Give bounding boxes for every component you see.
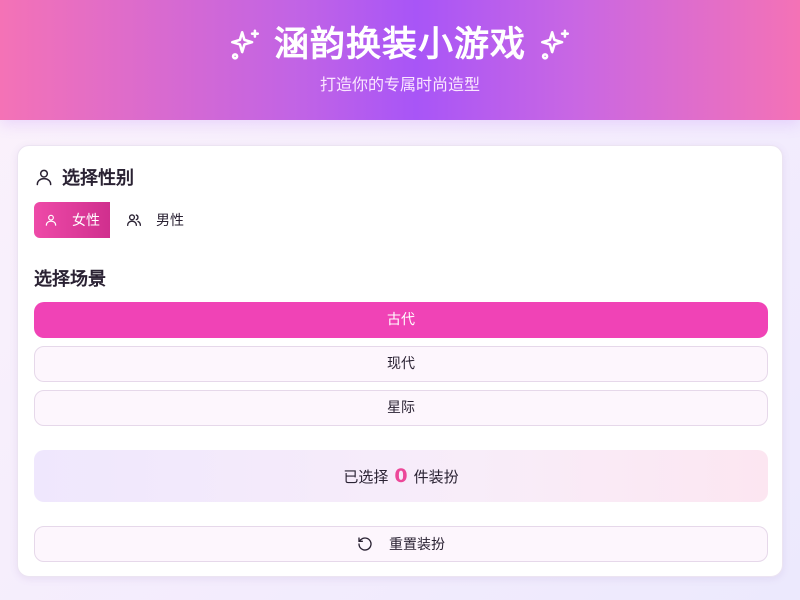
gender-section-title: 选择性别 — [34, 164, 134, 190]
gender-title-text: 选择性别 — [62, 168, 134, 189]
reset-label: 重置装扮 — [389, 537, 445, 553]
gender-selector: 女性 男性 — [34, 202, 194, 238]
scene-option-modern[interactable]: 现代 — [34, 346, 768, 382]
rotate-ccw-icon — [357, 536, 373, 552]
scene-option-ancient[interactable]: 古代 — [34, 302, 768, 338]
sparkles-icon — [538, 28, 572, 62]
selection-suffix: 件装扮 — [413, 467, 459, 486]
sparkles-icon — [228, 28, 262, 62]
user-icon — [34, 167, 54, 187]
gender-option-label: 女性 — [72, 213, 100, 229]
gender-option-male[interactable]: 男性 — [110, 202, 194, 238]
selection-prefix: 已选择 — [343, 467, 389, 486]
settings-card: 选择性别 女性 男性 选择场景 古代 现代 星际 已选择 0 件装扮 重置装扮 — [17, 145, 783, 577]
scene-option-interstellar[interactable]: 星际 — [34, 390, 768, 426]
page-title: 涵韵换装小游戏 — [273, 25, 526, 65]
user-icon — [44, 213, 58, 227]
selection-count: 已选择 0 件装扮 — [34, 450, 768, 502]
selection-count-value: 0 — [394, 465, 408, 487]
scene-section-title: 选择场景 — [34, 269, 106, 290]
title-row: 涵韵换装小游戏 — [0, 22, 800, 68]
gender-option-female[interactable]: 女性 — [34, 202, 110, 238]
page-subtitle: 打造你的专属时尚造型 — [319, 75, 480, 94]
app-header: 涵韵换装小游戏 打造你的专属时尚造型 — [0, 0, 800, 120]
gender-option-label: 男性 — [156, 213, 184, 229]
reset-button[interactable]: 重置装扮 — [34, 526, 768, 562]
users-icon — [126, 212, 142, 228]
